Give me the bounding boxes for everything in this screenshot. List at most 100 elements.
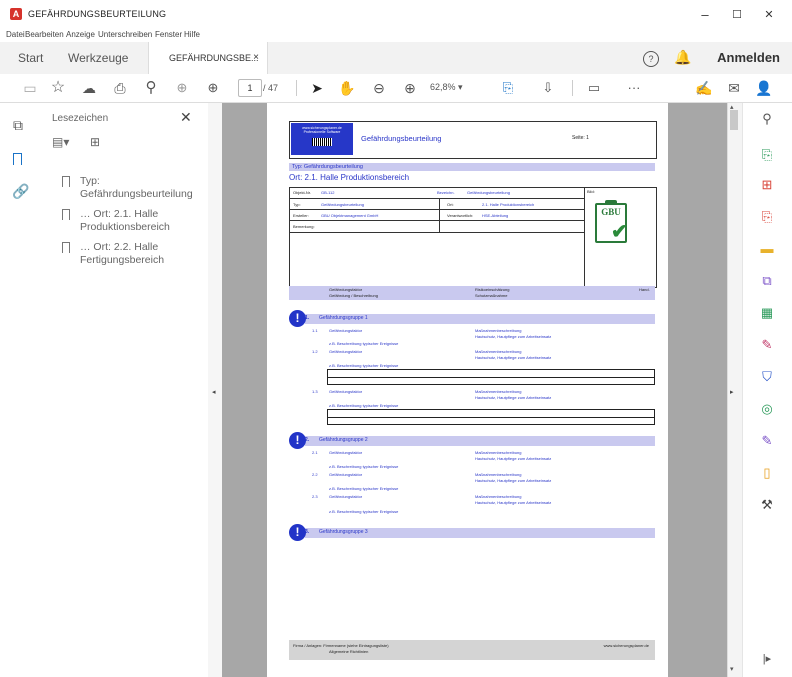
col-header: Gefährdungsfaktor: [329, 287, 363, 292]
page-down-icon[interactable]: ⊕: [203, 78, 223, 98]
info-label-2: Ort:: [447, 202, 454, 207]
page-total-label: / 47: [263, 83, 279, 93]
zoom-in-icon[interactable]: ⊕: [400, 78, 420, 98]
page-fit-icon[interactable]: ⎘: [498, 78, 518, 98]
sign-pen-icon[interactable]: ✍: [694, 78, 714, 98]
menu-unterschreiben[interactable]: Unterschreiben: [98, 30, 152, 39]
hazard-factor: Gefährdungsfaktor: [329, 472, 363, 477]
collapse-left-arrow-icon[interactable]: ◂: [212, 388, 216, 396]
doc-page-number: Seite: 1: [572, 135, 589, 141]
bookmark-star-icon[interactable]: ☆: [48, 78, 68, 98]
menu-anzeige[interactable]: Anzeige: [66, 30, 95, 39]
bookmark-icon: [62, 176, 70, 187]
info-value-2: HSE-Abteilung: [482, 213, 509, 218]
bookmark-item-type[interactable]: Typ: Gefährdungsbeurteilung: [62, 175, 202, 201]
panel-splitter[interactable]: ◂: [208, 103, 222, 677]
warning-exclamation-icon: !: [289, 524, 306, 541]
group-band: 3. Gefährdungsgruppe 3: [305, 528, 655, 538]
bell-icon[interactable]: 🔔: [674, 49, 691, 66]
export-pdf-icon[interactable]: ⎘: [758, 146, 776, 164]
attachment-icon[interactable]: 🔗: [12, 183, 29, 200]
zoom-select[interactable]: 62,8% ▾: [430, 79, 480, 95]
tab-tools[interactable]: Werkzeuge: [68, 42, 128, 74]
search-icon[interactable]: ⚲: [758, 110, 776, 128]
prepare-form-icon[interactable]: ▯: [758, 464, 776, 482]
page-number-input[interactable]: 1: [238, 79, 262, 97]
select-cursor-icon[interactable]: ➤: [308, 78, 326, 98]
close-window-button[interactable]: ✕: [754, 6, 784, 24]
close-panel-icon[interactable]: ✕: [180, 109, 192, 126]
organize-pages-icon[interactable]: ▦: [758, 304, 776, 322]
create-pdf-icon[interactable]: ⊞: [758, 176, 776, 194]
comment-tool-icon[interactable]: ▬: [758, 240, 776, 258]
doc-location-line: Ort: 2.1. Halle Produktionsbereich: [289, 173, 410, 182]
protect-icon[interactable]: ⛉: [758, 368, 776, 386]
measure-sub: Hautschutz, Hautpflege zum Arbeitseinsat…: [475, 500, 552, 505]
group-title: Gefährdungsgruppe 3: [319, 529, 368, 535]
menu-bearbeiten[interactable]: Bearbeiten: [25, 30, 64, 39]
maximize-button[interactable]: ☐: [722, 6, 752, 24]
collapse-right-arrow-icon[interactable]: ▸: [730, 388, 734, 396]
logo-text-2: Professionelle Software: [303, 130, 341, 134]
scroll-mode-icon[interactable]: ⇩: [538, 78, 558, 98]
clip: [605, 200, 617, 205]
combine-files-icon[interactable]: ⧉: [758, 272, 776, 290]
expand-bookmark-icon[interactable]: ⊞: [90, 135, 100, 149]
vertical-scrollbar[interactable]: ▴ ▸ ▾: [727, 103, 742, 677]
edit-pdf-icon[interactable]: ⎘: [758, 208, 776, 226]
info-label: Typ:: [293, 202, 301, 207]
title-bar: A GEFÄHRDUNGSBEURTEILUNG – ☐ ✕: [0, 0, 792, 28]
warning-exclamation-icon: !: [289, 432, 306, 449]
bookmark-label-line1: … Ort: 2.2. Halle: [80, 241, 159, 253]
desc-label: z.B. Beschreibung typischer Ereignisse: [329, 464, 399, 469]
measure-label: Maßnahmenbeschreibung: [475, 389, 522, 394]
scrollbar-thumb[interactable]: [730, 110, 738, 130]
bookmark-item-halle-fertigung[interactable]: … Ort: 2.2. Halle Fertigungsbereich: [62, 241, 202, 267]
zoom-out-icon[interactable]: ⊖: [369, 78, 389, 98]
bookmark-item-halle-produktion[interactable]: … Ort: 2.1. Halle Produktionsbereich: [62, 208, 202, 234]
page-up-icon[interactable]: ⊕: [172, 78, 192, 98]
bookmark-icon: [62, 209, 70, 220]
sign-in-button[interactable]: Anmelden: [717, 42, 780, 74]
expand-panel-icon[interactable]: |▸: [758, 650, 776, 668]
zoom-search-icon[interactable]: ⚲: [141, 78, 161, 98]
menu-datei[interactable]: Datei: [6, 30, 25, 39]
tab-start[interactable]: Start: [18, 42, 43, 74]
tab-document[interactable]: GEFÄHRDUNGSBE... ×: [148, 42, 268, 75]
email-icon[interactable]: ✉: [724, 78, 744, 98]
chevron-down-icon: ▾: [458, 82, 463, 92]
measure-label: Maßnahmenbeschreibung: [475, 349, 522, 354]
col-header: Risikoeinschätzung: [475, 287, 510, 292]
more-tools-wrench-icon[interactable]: ⚒: [758, 496, 776, 514]
more-tools-icon[interactable]: ···: [622, 78, 646, 98]
warning-exclamation-icon: !: [289, 310, 306, 327]
minimize-button[interactable]: –: [690, 6, 720, 24]
scroll-down-arrow-icon[interactable]: ▾: [730, 665, 734, 673]
info-label-2: Verantwortlich:: [447, 213, 474, 218]
optimize-icon[interactable]: ◎: [758, 400, 776, 418]
info-value: GB-112: [321, 190, 335, 195]
info-label: Ersteller:: [293, 213, 309, 218]
toolbar: ▭ ☆ ☁ ⎙ ⚲ ⊕ ⊕ 1 / 47 ➤ ✋ ⊖ ⊕ 62,8% ▾ ⎘ ⇩…: [0, 74, 792, 103]
send-signature-icon[interactable]: ✎: [758, 432, 776, 450]
options-menu-icon[interactable]: ▤▾: [52, 135, 69, 149]
help-icon[interactable]: ?: [643, 51, 659, 67]
menu-fenster[interactable]: Fenster: [155, 30, 182, 39]
save-icon[interactable]: ▭: [20, 78, 40, 98]
page-thumbnails-icon[interactable]: ⧉: [13, 117, 23, 134]
desc-label: z.B. Beschreibung typischer Ereignisse: [329, 363, 399, 368]
cloud-upload-icon[interactable]: ☁: [79, 78, 99, 98]
comment-icon[interactable]: ▭: [584, 78, 604, 98]
company-logo: www.sicherungsplaner.de Professionelle S…: [291, 123, 353, 155]
hand-tool-icon[interactable]: ✋: [337, 78, 357, 98]
share-user-icon[interactable]: 👤: [754, 78, 774, 98]
close-tab-icon[interactable]: ×: [253, 42, 259, 74]
group-title: Gefährdungsgruppe 2: [319, 437, 368, 443]
menu-hilfe[interactable]: Hilfe: [184, 30, 200, 39]
print-icon[interactable]: ⎙: [110, 78, 130, 98]
toolbar-divider: [296, 80, 297, 96]
bookmark-label-line2: Gefährdungsbeurteilung: [80, 188, 193, 200]
fill-sign-icon[interactable]: ✎: [758, 336, 776, 354]
bookmarks-icon[interactable]: [13, 153, 22, 165]
col-header: Gefährdung / Beschreibung: [329, 293, 378, 298]
